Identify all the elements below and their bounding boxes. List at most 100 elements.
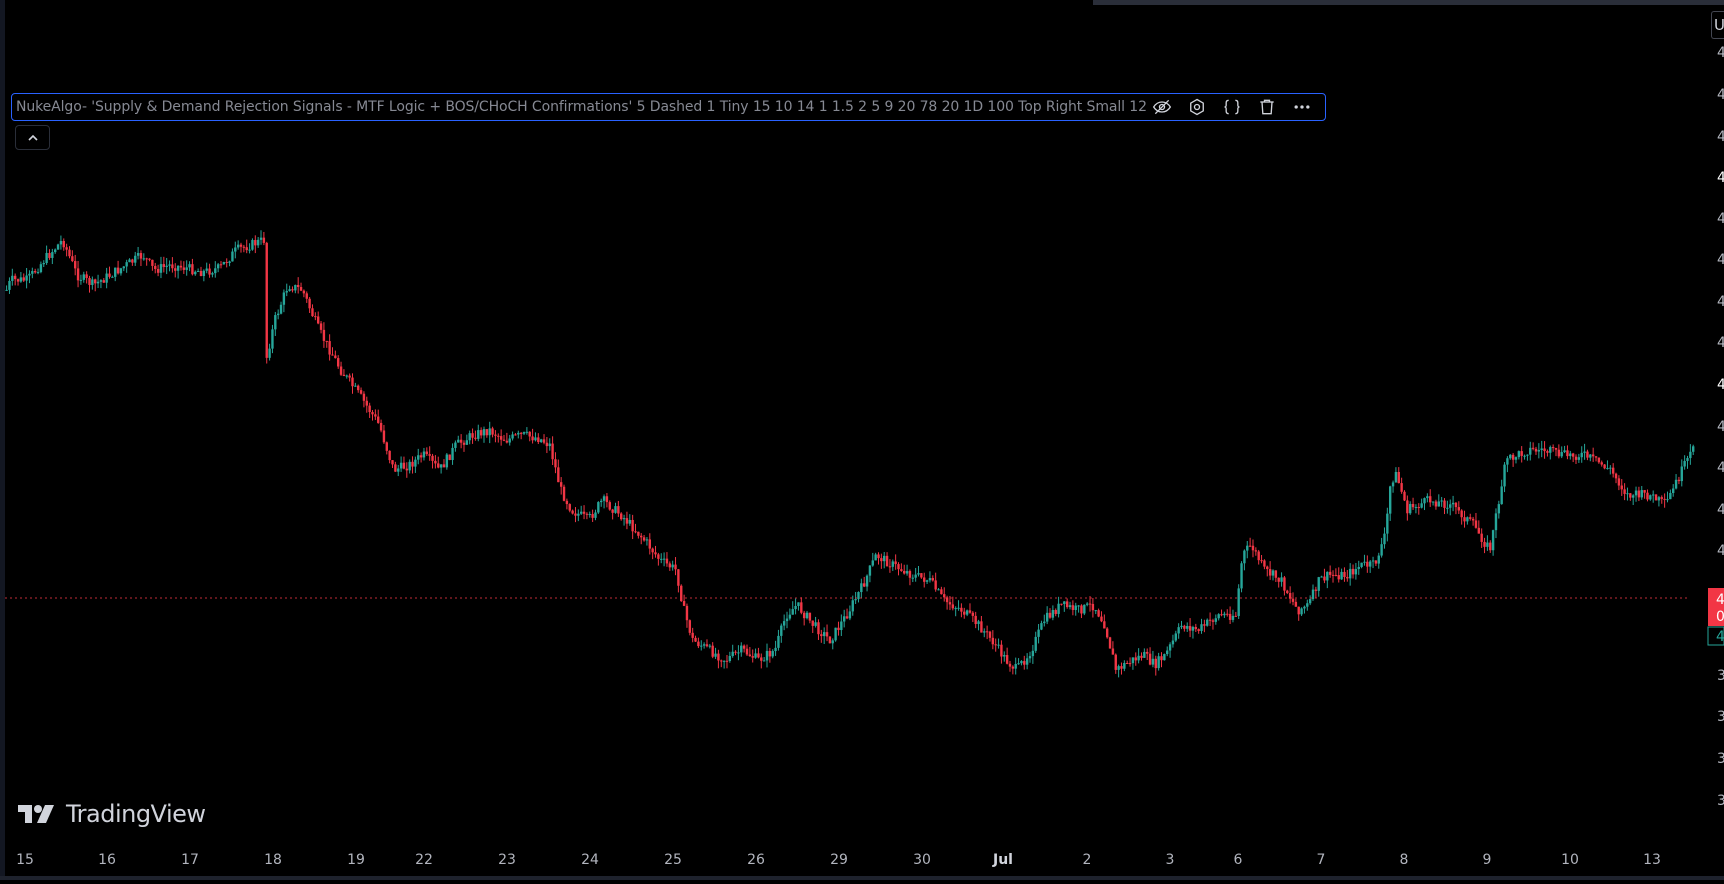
candle-body [1600,462,1603,465]
candle-body [1074,605,1077,610]
candle-body [820,634,823,637]
candle-body [96,281,100,284]
indicator-title[interactable]: NukeAlgo- 'Supply & Demand Rejection Sig… [12,99,1150,115]
candle-body [291,289,294,291]
candle-body [1063,601,1066,605]
candle-body [700,645,703,647]
candle-body [1411,503,1415,508]
candle-body [634,531,637,533]
candle-body [1080,605,1083,614]
candlestick-chart[interactable]: 15 16 17 18 19 22 23 24 25 26 29 30 Jul 2 3 6 7 8 9 10 13 44… [0,0,1724,880]
candle-body [1692,446,1695,452]
candle-body [1071,605,1075,610]
candle-body [488,428,491,436]
candle-body [874,554,877,561]
candle-body [399,462,403,469]
candle-body [917,573,920,575]
candle-body [28,273,31,276]
candle-body [857,592,860,600]
candle-body [868,565,872,576]
candle-body [794,605,797,610]
candle-body [282,292,286,305]
candle-body [1563,450,1566,453]
candle-body [508,438,511,443]
candle-body [1486,542,1489,547]
candle-body [1251,545,1255,551]
candle-body [851,600,854,612]
price-axis-top-label[interactable]: U [1711,11,1724,39]
candle-body [225,261,228,263]
candle-body [1183,625,1186,629]
candle-body [425,451,429,455]
candle-body [911,577,914,579]
tradingview-logo[interactable]: TradingView [18,800,206,828]
candle-body [365,400,368,406]
candle-body [131,259,134,263]
candle-body [208,268,211,275]
candle-body [171,264,174,269]
candle-body [923,577,926,582]
candle-body [1557,449,1561,457]
x-tick-label: 2 [1083,852,1092,868]
candle-body [908,571,912,578]
eye-off-icon[interactable] [1150,95,1174,119]
collapse-legend-button[interactable] [15,125,50,150]
candle-body [459,439,463,443]
candle-body [319,323,323,330]
more-icon[interactable] [1290,95,1314,119]
candle-body [334,355,337,359]
candle-body [234,247,237,252]
candle-body [59,241,63,245]
candles-layer [5,230,1695,678]
candle-body [522,432,526,434]
candle-body [56,244,60,250]
candle-body [51,252,54,258]
candle-body [717,653,720,661]
candle-body [622,518,626,520]
price-tick-label: 3 [1717,751,1724,767]
candle-body [808,612,812,621]
candle-body [1460,510,1463,518]
candle-body [620,513,623,520]
candle-body [448,454,451,460]
candle-body [1577,457,1581,460]
candle-body [1431,501,1435,503]
candle-body [1243,550,1246,564]
candle-body [194,271,197,275]
candle-body [377,416,380,423]
price-tick-label: 4 [1717,294,1724,310]
candle-body [842,616,846,622]
candle-body [745,648,749,655]
candle-body [494,434,497,436]
candle-body [325,340,328,342]
indicator-legend[interactable]: NukeAlgo- 'Supply & Demand Rejection Sig… [11,93,1326,121]
chart-canvas[interactable]: 15 16 17 18 19 22 23 24 25 26 29 30 Jul 2 3 6 7 8 9 10 13 44… [0,0,1724,880]
candle-body [85,274,88,279]
candle-body [1266,566,1269,570]
candle-body [860,583,863,593]
candle-body [499,436,503,440]
candle-body [977,621,980,625]
source-code-icon[interactable] [1220,95,1244,119]
candle-body [920,573,923,578]
candle-body [1160,656,1163,661]
candle-body [1100,616,1103,622]
candle-body [1154,658,1157,669]
candle-body [1197,629,1200,631]
candle-body [897,564,900,570]
candle-body [414,459,417,467]
trash-icon[interactable] [1255,95,1279,119]
candle-body [1657,497,1661,501]
candle-body [662,558,666,560]
candle-body [279,304,283,314]
settings-icon[interactable] [1185,95,1209,119]
candle-body [1051,609,1055,618]
candle-body [359,390,363,394]
candle-body [262,237,266,243]
price-tick-label: 3 [1717,668,1724,684]
candle-body [182,267,186,270]
candle-body [339,366,343,375]
candle-body [142,258,146,260]
candle-body [491,428,494,435]
candle-body [1549,447,1552,453]
